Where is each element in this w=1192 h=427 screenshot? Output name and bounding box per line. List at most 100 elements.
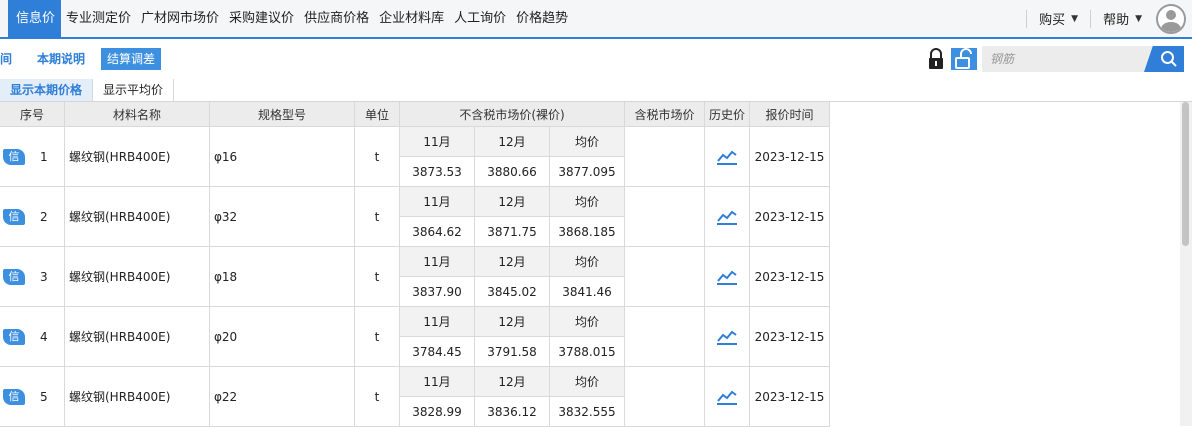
divider — [1026, 9, 1028, 28]
price-m2: 3836.12 — [475, 397, 550, 427]
nav-tab-4[interactable]: 供应商价格 — [299, 0, 374, 37]
row-seq-cell: 信4 — [0, 307, 65, 367]
unit: t — [355, 307, 400, 367]
nav-tab-5[interactable]: 企业材料库 — [374, 0, 449, 37]
subheader-m2: 12月 — [475, 127, 550, 157]
quote-time: 2023-12-15 — [750, 367, 830, 427]
subheader-avg: 均价 — [550, 247, 625, 277]
info-badge[interactable]: 信 — [3, 388, 25, 405]
header-seq[interactable]: 序号 — [0, 102, 65, 127]
price-view-tabs: 显示本期价格 显示平均价 — [0, 79, 1192, 102]
unlock-icon[interactable] — [951, 48, 977, 70]
info-badge[interactable]: 信 — [3, 268, 25, 285]
trend-chart-icon[interactable] — [716, 389, 738, 405]
spec-model: φ18 — [210, 247, 355, 307]
history-cell — [705, 127, 750, 187]
subheader-m2: 12月 — [475, 307, 550, 337]
price-m1: 3864.62 — [400, 217, 475, 247]
scrollbar-thumb[interactable] — [1182, 102, 1189, 246]
subheader-m1: 11月 — [400, 247, 475, 277]
trend-chart-icon[interactable] — [716, 329, 738, 345]
help-label: 帮助 — [1103, 13, 1130, 28]
nav-tab-1[interactable]: 专业测定价 — [61, 0, 136, 37]
history-cell — [705, 307, 750, 367]
subheader-m2: 12月 — [475, 247, 550, 277]
header-time[interactable]: 报价时间 — [750, 102, 830, 127]
tab-current-price[interactable]: 显示本期价格 — [0, 79, 94, 101]
spec-model: φ16 — [210, 127, 355, 187]
row-seq-cell: 信2 — [0, 187, 65, 247]
subheader-avg: 均价 — [550, 187, 625, 217]
subheader-m1: 11月 — [400, 307, 475, 337]
unit: t — [355, 367, 400, 427]
spec-model: φ32 — [210, 187, 355, 247]
history-cell — [705, 187, 750, 247]
nav-right: 购买 ▼ 帮助 ▼ — [1020, 0, 1192, 37]
nav-tab-3[interactable]: 采购建议价 — [224, 0, 299, 37]
tab-average-price[interactable]: 显示平均价 — [93, 79, 175, 101]
row-number: 3 — [40, 269, 48, 284]
lock-icon[interactable] — [926, 48, 946, 70]
material-name: 螺纹钢(HRB400E) — [65, 307, 210, 367]
row-seq-cell: 信3 — [0, 247, 65, 307]
nav-tab-2[interactable]: 广材网市场价 — [136, 0, 224, 37]
info-badge[interactable]: 信 — [3, 148, 25, 165]
nav-tab-6[interactable]: 人工询价 — [449, 0, 511, 37]
subheader-m1: 11月 — [400, 367, 475, 397]
row-number: 2 — [40, 209, 48, 224]
help-menu[interactable]: 帮助 ▼ — [1097, 9, 1148, 28]
price-avg: 3841.46 — [550, 277, 625, 307]
vertical-scrollbar[interactable] — [1180, 102, 1192, 426]
header-spec[interactable]: 规格型号 — [210, 102, 355, 127]
header-history[interactable]: 历史价 — [705, 102, 750, 127]
material-name: 螺纹钢(HRB400E) — [65, 367, 210, 427]
subheader-avg: 均价 — [550, 367, 625, 397]
settlement-adjust-button[interactable]: 结算调差 — [101, 48, 162, 70]
history-cell — [705, 247, 750, 307]
user-avatar-icon[interactable] — [1156, 3, 1186, 34]
inc-tax-price — [625, 367, 705, 427]
history-cell — [705, 367, 750, 427]
search-box — [982, 46, 1184, 72]
price-avg: 3788.015 — [550, 337, 625, 367]
info-badge[interactable]: 信 — [3, 328, 25, 345]
trend-chart-icon[interactable] — [716, 269, 738, 285]
price-avg: 3877.095 — [550, 157, 625, 187]
buy-menu[interactable]: 购买 ▼ — [1033, 9, 1084, 28]
subheader-m2: 12月 — [475, 367, 550, 397]
nav-tab-7[interactable]: 价格趋势 — [511, 0, 573, 37]
subheader-m1: 11月 — [400, 127, 475, 157]
partial-tab-button[interactable]: 间 — [0, 48, 15, 70]
unit: t — [355, 187, 400, 247]
search-button[interactable] — [1144, 46, 1184, 72]
trend-chart-icon[interactable] — [716, 209, 738, 225]
inc-tax-price — [625, 187, 705, 247]
row-number: 5 — [40, 389, 48, 404]
buy-label: 购买 — [1039, 13, 1066, 28]
header-name[interactable]: 材料名称 — [65, 102, 210, 127]
spec-model: φ22 — [210, 367, 355, 427]
price-m2: 3845.02 — [475, 277, 550, 307]
price-m1: 3837.90 — [400, 277, 475, 307]
nav-tabs: 信息价 专业测定价 广材网市场价 采购建议价 供应商价格 企业材料库 人工询价 价格趋势 — [0, 0, 573, 37]
material-name: 螺纹钢(HRB400E) — [65, 127, 210, 187]
price-avg: 3832.555 — [550, 397, 625, 427]
nav-tab-0[interactable]: 信息价 — [8, 0, 62, 37]
price-m2: 3791.58 — [475, 337, 550, 367]
subheader-m1: 11月 — [400, 187, 475, 217]
header-inc-tax-price[interactable]: 含税市场价 — [625, 102, 705, 127]
inc-tax-price — [625, 247, 705, 307]
trend-chart-icon[interactable] — [716, 149, 738, 165]
header-unit[interactable]: 单位 — [355, 102, 400, 127]
search-input[interactable] — [982, 46, 1147, 72]
top-nav: 信息价 专业测定价 广材网市场价 采购建议价 供应商价格 企业材料库 人工询价 价格趋势 购买… — [0, 0, 1192, 39]
header-ex-tax-price[interactable]: 不含税市场价(裸价) — [400, 102, 625, 127]
subheader-avg: 均价 — [550, 127, 625, 157]
period-notes-button[interactable]: 本期说明 — [31, 48, 92, 70]
row-seq-cell: 信1 — [0, 127, 65, 187]
price-m2: 3871.75 — [475, 217, 550, 247]
quote-time: 2023-12-15 — [750, 127, 830, 187]
row-number: 4 — [40, 329, 48, 344]
quote-time: 2023-12-15 — [750, 247, 830, 307]
info-badge[interactable]: 信 — [3, 208, 25, 225]
